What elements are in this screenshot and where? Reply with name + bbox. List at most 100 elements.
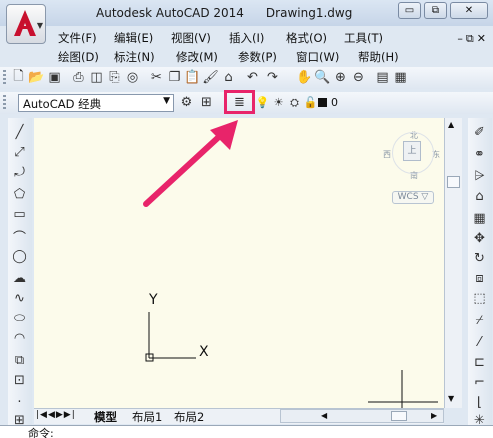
construction-line-icon[interactable]: ⤢ bbox=[11, 144, 28, 161]
layer-color-swatch[interactable] bbox=[318, 98, 327, 107]
make-block-icon[interactable]: ⊡ bbox=[11, 372, 28, 389]
extend-icon[interactable]: ⁄ bbox=[471, 334, 488, 351]
rotate-icon[interactable]: ↻ bbox=[471, 250, 488, 267]
undo-icon[interactable]: ↶ bbox=[244, 69, 261, 86]
draw-toolbar: ╱ ⤢ ⤾ ⬠ ▭ ⌒ ◯ ☁ ∿ ⬭ ◠ ⧉ ⊡ · ⊞ bbox=[8, 118, 32, 428]
properties-icon[interactable]: ▤ bbox=[374, 69, 391, 86]
spline-icon[interactable]: ∿ bbox=[11, 290, 28, 307]
drawing-area[interactable]: 北 西 东 南 上 Y X bbox=[34, 118, 444, 410]
block-editor-icon[interactable]: ⌂ bbox=[220, 69, 237, 86]
publish-icon[interactable]: ◎ bbox=[124, 69, 141, 86]
zoom-realtime-icon[interactable]: 🔍 bbox=[314, 69, 331, 86]
workspace-select[interactable]: AutoCAD 经典 ▼ bbox=[18, 94, 174, 112]
menu-window[interactable]: 窗口(W) bbox=[296, 49, 339, 65]
scroll-down-icon[interactable]: ▼ bbox=[448, 394, 454, 403]
menu-format[interactable]: 格式(O) bbox=[286, 30, 327, 46]
copy-icon[interactable]: ⚭ bbox=[471, 146, 488, 163]
polygon-icon[interactable]: ⬠ bbox=[11, 186, 28, 203]
pan-icon[interactable]: ✋ bbox=[296, 69, 313, 86]
move-icon[interactable]: ✥ bbox=[471, 230, 488, 247]
close-button[interactable]: ✕ bbox=[450, 2, 488, 19]
menu-parametric[interactable]: 参数(P) bbox=[238, 49, 277, 65]
menu-edit[interactable]: 编辑(E) bbox=[114, 30, 153, 46]
tab-navigation-icon[interactable]: |◀◀▶▶| bbox=[36, 410, 76, 420]
restore-button[interactable]: ⧉ bbox=[424, 2, 447, 19]
wcs-menu[interactable]: WCS ▽ bbox=[392, 191, 434, 204]
scroll-thumb[interactable] bbox=[447, 176, 460, 188]
paste-icon[interactable]: 📋 bbox=[184, 69, 201, 86]
save-icon[interactable]: ▣ bbox=[46, 69, 63, 86]
scale-icon[interactable]: ⧈ bbox=[471, 270, 488, 287]
menu-help[interactable]: 帮助(H) bbox=[358, 49, 399, 65]
horizontal-scrollbar[interactable]: ◀ ▶ bbox=[280, 409, 444, 423]
break-icon[interactable]: ⊏ bbox=[471, 354, 488, 371]
copy-icon[interactable]: ❐ bbox=[166, 69, 183, 86]
mirror-icon[interactable]: ⩥ bbox=[471, 168, 488, 185]
menu-view[interactable]: 视图(V) bbox=[171, 30, 211, 46]
my-workspace-icon[interactable]: ⊞ bbox=[198, 94, 215, 111]
zoom-window-icon[interactable]: ⊕ bbox=[332, 69, 349, 86]
circle-icon[interactable]: ◯ bbox=[11, 248, 28, 265]
scroll-up-icon[interactable]: ▲ bbox=[448, 120, 454, 129]
scroll-left-icon[interactable]: ◀ bbox=[321, 411, 327, 420]
ellipse-icon[interactable]: ⬭ bbox=[11, 310, 28, 327]
viewcube-compass[interactable] bbox=[392, 132, 434, 174]
match-properties-icon[interactable]: 🖌 bbox=[202, 69, 219, 86]
layer-lock-icon[interactable]: 🔓 bbox=[302, 94, 319, 111]
menu-file[interactable]: 文件(F) bbox=[58, 30, 97, 46]
scroll-thumb[interactable] bbox=[391, 411, 407, 421]
command-line[interactable]: 命令: bbox=[0, 425, 493, 438]
workspace-settings-icon[interactable]: ⚙ bbox=[178, 94, 195, 111]
vertical-scrollbar[interactable]: ▲ ▼ bbox=[444, 118, 462, 408]
tab-layout1[interactable]: 布局1 bbox=[132, 409, 162, 425]
annotation-arrow bbox=[143, 120, 238, 207]
ucs-y-label: Y bbox=[149, 292, 158, 308]
application-menu-button[interactable]: ▼ bbox=[6, 4, 46, 44]
layer-on-icon[interactable]: 💡 bbox=[254, 94, 271, 111]
menu-bar: 文件(F) 编辑(E) 视图(V) 插入(I) 格式(O) 工具(T) 绘图(D… bbox=[48, 28, 493, 68]
menu-dimension[interactable]: 标注(N) bbox=[114, 49, 155, 65]
cut-icon[interactable]: ✂ bbox=[148, 69, 165, 86]
toolbar-grip[interactable] bbox=[3, 70, 6, 86]
insert-block-icon[interactable]: ⧉ bbox=[11, 352, 28, 369]
arc-icon[interactable]: ⌒ bbox=[11, 228, 28, 246]
layer-name[interactable]: 0 bbox=[331, 96, 338, 109]
print-preview-icon[interactable]: ◫ bbox=[88, 69, 105, 86]
design-center-icon[interactable]: ▦ bbox=[392, 69, 409, 86]
polyline-icon[interactable]: ⤾ bbox=[11, 164, 28, 181]
plot-icon[interactable]: ⎘ bbox=[106, 69, 123, 86]
document-title: Drawing1.dwg bbox=[265, 6, 353, 20]
array-icon[interactable]: ▦ bbox=[471, 210, 488, 227]
viewcube-west[interactable]: 西 bbox=[383, 149, 391, 160]
join-icon[interactable]: ⌐ bbox=[471, 374, 488, 391]
tab-layout2[interactable]: 布局2 bbox=[174, 409, 204, 425]
scroll-right-icon[interactable]: ▶ bbox=[431, 411, 437, 420]
toolbar-grip[interactable] bbox=[3, 95, 6, 111]
ellipse-arc-icon[interactable]: ◠ bbox=[11, 330, 28, 347]
layer-viewport-icon[interactable]: ⛭ bbox=[286, 94, 303, 111]
menu-draw[interactable]: 绘图(D) bbox=[58, 49, 99, 65]
chamfer-icon[interactable]: ⌊ bbox=[471, 394, 488, 411]
layer-freeze-icon[interactable]: ☀ bbox=[270, 94, 287, 111]
erase-icon[interactable]: ✐ bbox=[471, 124, 488, 141]
modify-toolbar: ✐ ⚭ ⩥ ⌂ ▦ ✥ ↻ ⧈ ⬚ ⌿ ⁄ ⊏ ⌐ ⌊ ✳ bbox=[468, 118, 492, 428]
offset-icon[interactable]: ⌂ bbox=[471, 188, 488, 205]
revision-cloud-icon[interactable]: ☁ bbox=[11, 270, 28, 287]
redo-icon[interactable]: ↷ bbox=[264, 69, 281, 86]
menu-modify[interactable]: 修改(M) bbox=[176, 49, 218, 65]
point-icon[interactable]: · bbox=[11, 394, 28, 411]
mdi-window-controls[interactable]: –⧉✕ bbox=[457, 32, 489, 46]
trim-icon[interactable]: ⌿ bbox=[471, 312, 488, 329]
zoom-previous-icon[interactable]: ⊖ bbox=[350, 69, 367, 86]
rectangle-icon[interactable]: ▭ bbox=[11, 206, 28, 223]
chevron-down-icon: ▼ bbox=[36, 21, 43, 30]
stretch-icon[interactable]: ⬚ bbox=[471, 290, 488, 307]
menu-tools[interactable]: 工具(T) bbox=[344, 30, 383, 46]
menu-insert[interactable]: 插入(I) bbox=[229, 30, 264, 46]
new-icon[interactable]: 🗋 bbox=[10, 69, 27, 86]
tab-model[interactable]: 模型 bbox=[94, 409, 117, 425]
line-icon[interactable]: ╱ bbox=[11, 124, 28, 141]
print-icon[interactable]: ⎙ bbox=[70, 69, 87, 86]
minimize-button[interactable]: ▭ bbox=[398, 2, 421, 19]
open-icon[interactable]: 📂 bbox=[28, 69, 45, 86]
